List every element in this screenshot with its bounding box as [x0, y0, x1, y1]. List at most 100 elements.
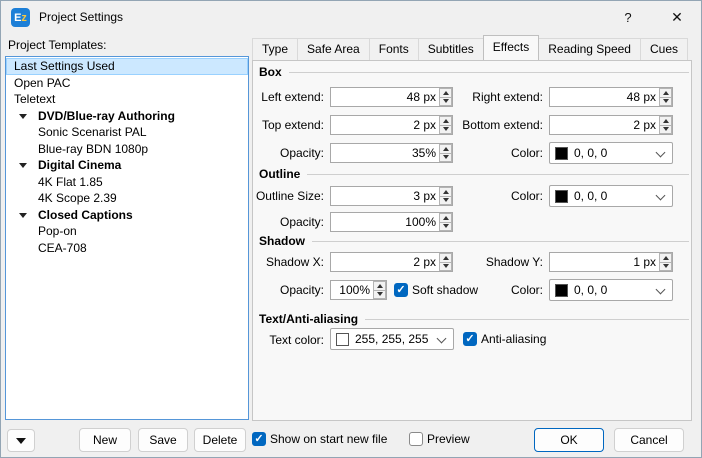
top-extend-spinner[interactable]: 2 px	[330, 115, 453, 135]
outline-opacity-spinner[interactable]: 100%	[330, 212, 453, 232]
bottom-extend-value[interactable]: 2 px	[550, 116, 659, 134]
list-group-header[interactable]: Digital Cinema	[6, 157, 248, 174]
box-opacity-value[interactable]: 35%	[331, 144, 439, 162]
new-button[interactable]: New	[79, 428, 131, 452]
list-item[interactable]: CEA-708	[6, 240, 248, 257]
left-extend-value[interactable]: 48 px	[331, 88, 439, 106]
group-divider	[312, 241, 689, 242]
outline-size-value[interactable]: 3 px	[331, 187, 439, 205]
spin-down-icon[interactable]	[659, 96, 672, 106]
list-item[interactable]: Open PAC	[6, 75, 248, 92]
preview-label: Preview	[427, 432, 470, 446]
outline-size-label: Outline Size:	[255, 189, 324, 203]
color-swatch	[555, 146, 568, 160]
chevron-down-icon	[656, 192, 665, 201]
box-opacity-label: Opacity:	[279, 146, 324, 160]
delete-button[interactable]: Delete	[194, 428, 246, 452]
spin-buttons	[439, 88, 452, 106]
cancel-button[interactable]: Cancel	[614, 428, 684, 452]
tab-fonts[interactable]: Fonts	[368, 38, 419, 60]
list-group-label: Digital Cinema	[38, 158, 122, 172]
color-swatch	[336, 332, 349, 346]
list-item[interactable]: 4K Flat 1.85	[6, 174, 248, 191]
ok-button[interactable]: OK	[534, 428, 604, 452]
show-on-start-checkbox[interactable]	[252, 432, 266, 446]
preview-checkbox[interactable]	[409, 432, 423, 446]
tab-type[interactable]: Type	[252, 38, 299, 60]
spin-buttons	[373, 281, 386, 299]
spin-down-icon[interactable]	[439, 96, 452, 106]
list-group-header[interactable]: DVD/Blue-ray Authoring	[6, 108, 248, 125]
spin-down-icon[interactable]	[439, 221, 452, 231]
tab-safe-area[interactable]: Safe Area	[297, 38, 370, 60]
list-item[interactable]: Sonic Scenarist PAL	[6, 124, 248, 141]
spin-down-icon[interactable]	[439, 261, 452, 271]
outline-color-dropdown[interactable]: 0, 0, 0	[549, 185, 673, 207]
spin-down-icon[interactable]	[659, 124, 672, 134]
spin-buttons	[439, 253, 452, 271]
close-button[interactable]: ✕	[653, 1, 701, 33]
box-color-dropdown[interactable]: 0, 0, 0	[549, 142, 673, 164]
title-bar[interactable]: Ez Project Settings ? ✕	[1, 1, 701, 33]
shadow-y-value[interactable]: 1 px	[550, 253, 659, 271]
spin-buttons	[439, 213, 452, 231]
shadow-y-label: Shadow Y:	[485, 255, 543, 269]
spin-down-icon[interactable]	[439, 195, 452, 205]
collapse-arrow-icon[interactable]	[19, 163, 27, 168]
right-extend-value[interactable]: 48 px	[550, 88, 659, 106]
shadow-color-label: Color:	[510, 283, 543, 297]
group-divider	[365, 319, 689, 320]
shadow-opacity-spinner[interactable]: 100%	[330, 280, 387, 300]
shadow-opacity-value[interactable]: 100%	[331, 281, 373, 299]
list-group-label: DVD/Blue-ray Authoring	[38, 108, 175, 123]
app-icon-letter-z: z	[21, 11, 27, 24]
spin-down-icon[interactable]	[439, 152, 452, 162]
shadow-x-value[interactable]: 2 px	[331, 253, 439, 271]
save-button[interactable]: Save	[138, 428, 188, 452]
spin-buttons	[439, 116, 452, 134]
spin-down-icon[interactable]	[373, 289, 386, 299]
top-extend-label: Top extend:	[261, 118, 324, 132]
collapse-arrow-icon[interactable]	[19, 113, 27, 119]
chevron-down-icon	[656, 286, 665, 295]
left-extend-spinner[interactable]: 48 px	[330, 87, 453, 107]
list-item[interactable]: 4K Scope 2.39	[6, 190, 248, 207]
outline-opacity-value[interactable]: 100%	[331, 213, 439, 231]
chevron-down-icon	[656, 149, 665, 158]
app-icon-letter-e: E	[14, 11, 22, 24]
shadow-x-label: Shadow X:	[265, 255, 324, 269]
list-item-label: Last Settings Used	[14, 59, 115, 73]
list-item[interactable]: Last Settings Used	[6, 58, 248, 75]
templates-menu-button[interactable]	[7, 429, 35, 452]
top-extend-value[interactable]: 2 px	[331, 116, 439, 134]
help-button[interactable]: ?	[607, 1, 649, 33]
spin-down-icon[interactable]	[439, 124, 452, 134]
show-on-start-label: Show on start new file	[270, 432, 388, 446]
bottom-extend-spinner[interactable]: 2 px	[549, 115, 673, 135]
spin-down-icon[interactable]	[659, 261, 672, 271]
project-settings-dialog: Ez Project Settings ? ✕ Project Template…	[0, 0, 702, 458]
tab-effects[interactable]: Effects	[482, 35, 540, 60]
tab-cues[interactable]: Cues	[639, 38, 688, 60]
box-color-label: Color:	[510, 146, 543, 160]
collapse-arrow-icon[interactable]	[19, 212, 27, 218]
right-extend-spinner[interactable]: 48 px	[549, 87, 673, 107]
list-item[interactable]: Blue-ray BDN 1080p	[6, 141, 248, 158]
tab-subtitles[interactable]: Subtitles	[417, 38, 484, 60]
anti-aliasing-checkbox[interactable]	[463, 332, 477, 346]
text-color-dropdown[interactable]: 255, 255, 255	[330, 328, 454, 350]
left-extend-label: Left extend:	[261, 90, 324, 104]
shadow-color-dropdown[interactable]: 0, 0, 0	[549, 279, 673, 301]
shadow-x-spinner[interactable]: 2 px	[330, 252, 453, 272]
list-item[interactable]: Pop-on	[6, 223, 248, 240]
shadow-y-spinner[interactable]: 1 px	[549, 252, 673, 272]
box-opacity-spinner[interactable]: 35%	[330, 143, 453, 163]
text-antialiasing-group-title: Text/Anti-aliasing	[259, 312, 359, 326]
outline-size-spinner[interactable]: 3 px	[330, 186, 453, 206]
spin-buttons	[659, 88, 672, 106]
list-group-header[interactable]: Closed Captions	[6, 207, 248, 224]
soft-shadow-checkbox[interactable]	[394, 283, 408, 297]
list-item[interactable]: Teletext	[6, 91, 248, 108]
tab-reading-speed[interactable]: Reading Speed	[538, 38, 641, 60]
project-templates-list[interactable]: Last Settings Used Open PAC Teletext DVD…	[5, 56, 249, 420]
